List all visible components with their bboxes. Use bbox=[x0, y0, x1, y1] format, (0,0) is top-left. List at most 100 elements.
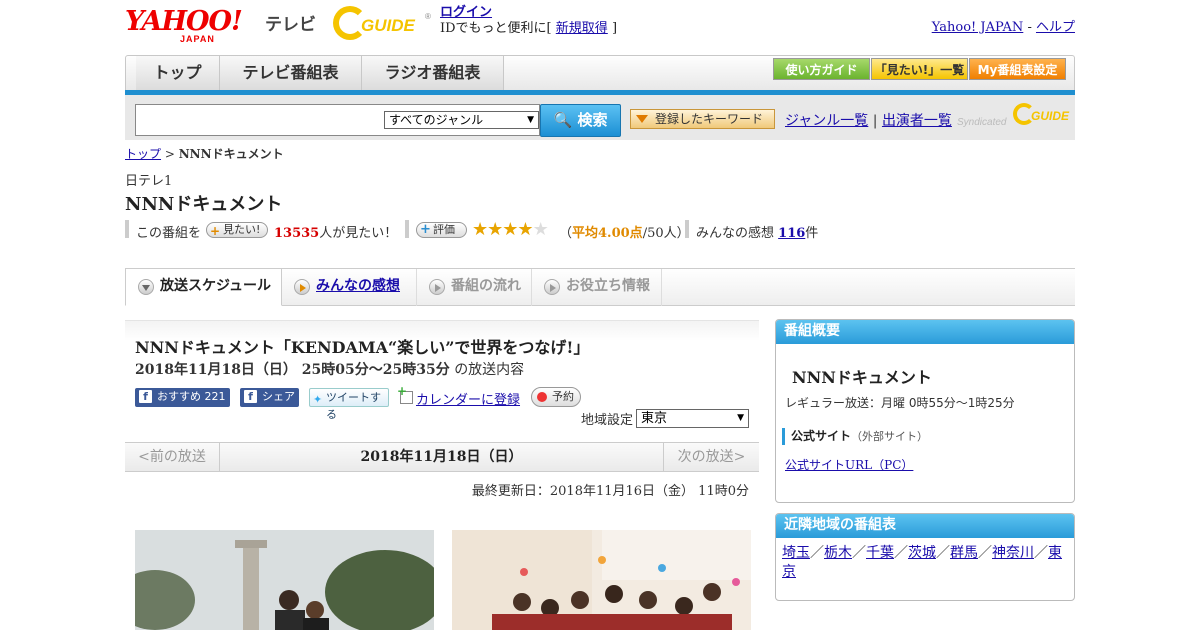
nearby-regions-box: 近隣地域の番組表 埼玉／栃木／千葉／茨城／群馬／神奈川／東京 bbox=[775, 513, 1075, 601]
tab-flow: 番組の流れ bbox=[417, 269, 532, 306]
comments-text: みんなの感想 116件 bbox=[696, 226, 819, 241]
login-area: ログイン IDでもっと便利に[ 新規取得 ] bbox=[440, 5, 618, 36]
facebook-icon: f bbox=[244, 390, 257, 403]
yahoo-japan-link[interactable]: Yahoo! JAPAN bbox=[932, 20, 1024, 35]
tab-schedule[interactable]: 放送スケジュール bbox=[125, 268, 282, 306]
region-link[interactable]: 茨城 bbox=[908, 545, 936, 561]
region-link[interactable]: 神奈川 bbox=[992, 545, 1034, 561]
date-navigation: <前の放送 2018年11月18日（日） 次の放送> bbox=[125, 442, 759, 472]
plus-icon: + bbox=[420, 222, 431, 237]
divider bbox=[685, 220, 689, 238]
breadcrumb: トップ > NNNドキュメント bbox=[125, 147, 284, 161]
episode-photo-2 bbox=[452, 530, 751, 630]
nearby-heading: 近隣地域の番組表 bbox=[776, 514, 1074, 538]
twitter-bird-icon: ✦ bbox=[313, 393, 323, 406]
photo-people-tower bbox=[135, 530, 434, 630]
search-button[interactable]: 🔍 検索 bbox=[540, 104, 621, 137]
tab-info: お役立ち情報 bbox=[532, 269, 662, 306]
divider bbox=[405, 220, 409, 238]
play-arrow-icon bbox=[544, 279, 560, 295]
search-icon: 🔍 bbox=[553, 111, 573, 129]
logo-sub: JAPAN bbox=[180, 34, 215, 44]
play-arrow-icon bbox=[429, 279, 445, 295]
episode-date: 2018年11月18日（日） 25時05分～25時35分 の放送内容 bbox=[135, 362, 525, 378]
breadcrumb-current: NNNドキュメント bbox=[178, 147, 284, 161]
region-label: 地域設定 bbox=[581, 413, 634, 428]
region-link[interactable]: 群馬 bbox=[950, 545, 978, 561]
regular-broadcast: レギュラー放送：月曜 0時55分～1時25分 bbox=[785, 396, 1015, 410]
facebook-share-button[interactable]: f シェア bbox=[240, 388, 299, 407]
episode-header: NNNドキュメント「KENDAMA“楽しい”で世界をつなげ!」 2018年11月… bbox=[125, 320, 759, 442]
last-updated: 最終更新日：2018年11月16日（金） 11時0分 bbox=[471, 484, 749, 499]
global-nav: トップ テレビ番組表 ラジオ番組表 使い方ガイド 「見たい!」一覧 My番組表設… bbox=[125, 55, 1075, 93]
star-icon: ★ bbox=[472, 219, 488, 240]
overview-title: NNNドキュメント bbox=[792, 368, 932, 387]
signup-link[interactable]: 新規取得 bbox=[556, 21, 608, 36]
region-links: 埼玉／栃木／千葉／茨城／群馬／神奈川／東京 bbox=[782, 545, 1062, 580]
yahoo-japan-logo[interactable]: YAHOO! JAPAN テレビ bbox=[125, 6, 316, 44]
play-arrow-icon bbox=[294, 279, 310, 295]
region-link[interactable]: 埼玉 bbox=[782, 545, 810, 561]
main-content: NNNドキュメント「KENDAMA“楽しい”で世界をつなげ!」 2018年11月… bbox=[125, 320, 759, 630]
tweet-button[interactable]: ✦ ツイートする bbox=[309, 388, 389, 421]
region-select[interactable]: 東京 ▼ bbox=[636, 409, 749, 428]
keyword-button[interactable]: 登録したキーワード bbox=[630, 109, 775, 129]
program-stats: この番組を + 見たい! 13535人が見たい！ + 評価 ★★★★★ （平均4… bbox=[125, 219, 1075, 242]
chevron-down-icon: ▼ bbox=[527, 115, 534, 125]
want-button[interactable]: + 見たい! bbox=[206, 222, 268, 238]
genre-list-link[interactable]: ジャンル一覧 bbox=[785, 113, 868, 129]
want-count-text: 13535人が見たい！ bbox=[274, 226, 398, 241]
episode-title: NNNドキュメント「KENDAMA“楽しい”で世界をつなげ!」 bbox=[135, 338, 590, 357]
genre-select[interactable]: すべてのジャンル ▼ bbox=[384, 111, 539, 129]
star-icon: ★ bbox=[517, 219, 533, 240]
cast-list-link[interactable]: 出演者一覧 bbox=[882, 113, 952, 129]
prev-broadcast-button[interactable]: <前の放送 bbox=[125, 443, 220, 471]
chevron-down-icon: ▼ bbox=[737, 413, 744, 423]
header: YAHOO! JAPAN テレビ GUIDE ® ログイン IDでもっと便利に[… bbox=[125, 4, 1075, 48]
reserve-button[interactable]: 予約 bbox=[531, 387, 581, 407]
my-schedule-button[interactable]: My番組表設定 bbox=[969, 58, 1066, 80]
triangle-down-icon bbox=[636, 115, 648, 123]
record-dot-icon bbox=[537, 392, 547, 402]
official-site-link[interactable]: 公式サイトURL（PC） bbox=[785, 456, 913, 473]
want-list-button[interactable]: 「見たい!」一覧 bbox=[871, 58, 968, 80]
overview-heading: 番組概要 bbox=[776, 320, 1074, 344]
photo-crowd-kendama bbox=[452, 530, 751, 630]
facebook-icon: f bbox=[139, 390, 152, 403]
next-broadcast-button[interactable]: 次の放送> bbox=[663, 443, 759, 471]
plus-icon: + bbox=[210, 224, 221, 238]
region-link[interactable]: 栃木 bbox=[824, 545, 852, 561]
rating-text: （平均4.00点/50人） bbox=[559, 226, 690, 241]
nav-tab-top[interactable]: トップ bbox=[136, 56, 220, 90]
search-bar: すべてのジャンル ▼ 🔍 検索 登録したキーワード ジャンル一覧 | 出演者一覧… bbox=[125, 95, 1075, 140]
search-links: ジャンル一覧 | 出演者一覧 bbox=[785, 113, 952, 129]
region-link[interactable]: 千葉 bbox=[866, 545, 894, 561]
official-site-heading: 公式サイト（外部サイト） bbox=[782, 428, 928, 445]
current-date: 2018年11月18日（日） bbox=[360, 449, 523, 465]
star-icon: ★ bbox=[532, 219, 549, 240]
program-tabs: 放送スケジュール みんなの感想 番組の流れ お役立ち情報 bbox=[125, 268, 1075, 306]
breadcrumb-home[interactable]: トップ bbox=[125, 147, 161, 161]
episode-photo-1 bbox=[135, 530, 434, 630]
calendar-icon bbox=[397, 384, 413, 404]
top-right-links: Yahoo! JAPAN - ヘルプ bbox=[931, 20, 1075, 35]
nav-tab-tv-schedule[interactable]: テレビ番組表 bbox=[220, 56, 362, 90]
rate-button[interactable]: + 評価 bbox=[416, 222, 467, 238]
help-link[interactable]: ヘルプ bbox=[1036, 20, 1075, 35]
divider bbox=[125, 220, 129, 238]
login-link[interactable]: ログイン bbox=[440, 5, 492, 20]
calendar-link[interactable]: カレンダーに登録 bbox=[397, 384, 520, 408]
nav-tab-radio-schedule[interactable]: ラジオ番組表 bbox=[362, 56, 504, 90]
service-name: テレビ bbox=[265, 15, 316, 35]
syndicated-gguide-logo: Syndicated GUIDE bbox=[957, 103, 1072, 133]
gguide-logo: GUIDE ® bbox=[333, 6, 433, 42]
facebook-recommend-button[interactable]: f おすすめ 221 bbox=[135, 388, 230, 407]
tab-comments[interactable]: みんなの感想 bbox=[282, 269, 417, 306]
channel-name: 日テレ1 bbox=[125, 174, 173, 189]
star-icon: ★ bbox=[487, 219, 503, 240]
guide-button[interactable]: 使い方ガイド bbox=[773, 58, 870, 80]
logo-text: YAHOO! bbox=[125, 6, 243, 37]
comments-count-link[interactable]: 116 bbox=[778, 226, 805, 241]
star-icon: ★ bbox=[502, 219, 518, 240]
login-note: IDでもっと便利に[ bbox=[440, 21, 552, 36]
